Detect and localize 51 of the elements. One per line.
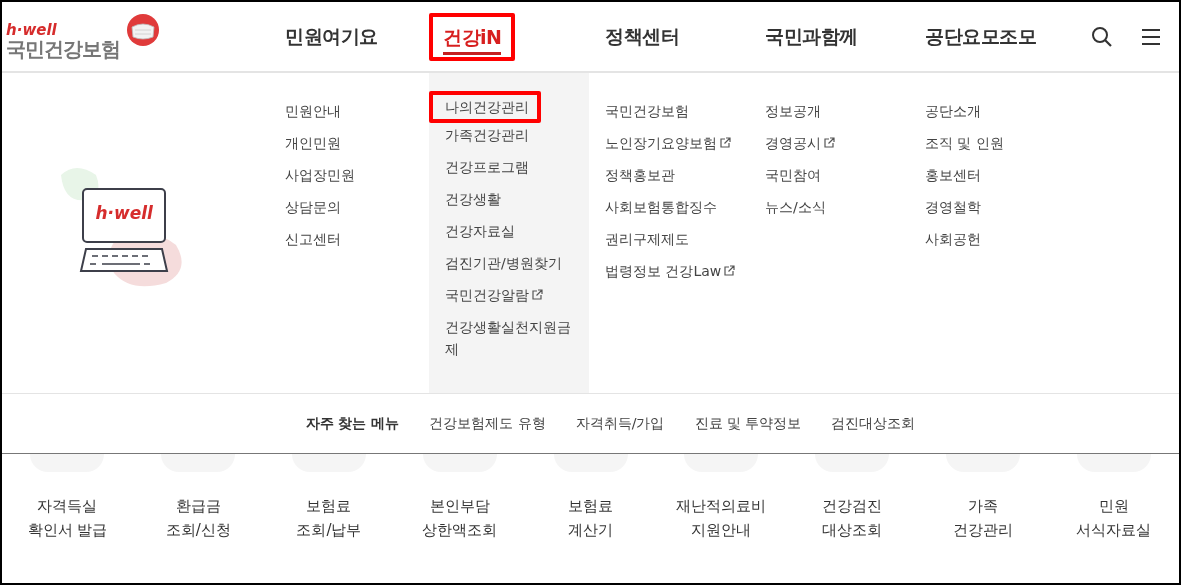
menu-link[interactable]: 건강생활 bbox=[445, 183, 501, 215]
nav-tab[interactable]: 국민과함께 bbox=[749, 23, 858, 50]
menu-link[interactable]: 나의건강관리 bbox=[429, 91, 541, 123]
menu-link[interactable]: 개인민원 bbox=[285, 127, 341, 159]
menu-link[interactable]: 홍보센터 bbox=[925, 159, 981, 191]
quick-link[interactable]: 보험료 계산기 bbox=[568, 494, 613, 542]
menu-link[interactable]: 국민건강보험 bbox=[605, 95, 689, 127]
menu-link[interactable]: 노인장기요양보험 bbox=[605, 127, 731, 159]
menu-link[interactable]: 조직 및 인원 bbox=[925, 127, 1004, 159]
quick-link[interactable]: 건강검진 대상조회 bbox=[822, 494, 883, 542]
menu-link[interactable]: 경영철학 bbox=[925, 191, 981, 223]
logo[interactable]: h·well 국민건강보험 bbox=[6, 12, 160, 61]
menu-link[interactable]: 신고센터 bbox=[285, 223, 341, 255]
menu-link[interactable]: 사회공헌 bbox=[925, 223, 981, 255]
nav-tab[interactable]: 건강iN bbox=[443, 25, 502, 55]
menu-link[interactable]: 건강생활실천지원금제 bbox=[445, 311, 581, 365]
menu-link[interactable]: 공단소개 bbox=[925, 95, 981, 127]
menu-link[interactable]: 상담문의 bbox=[285, 191, 341, 223]
quick-link[interactable]: 본인부담 상한액조회 bbox=[422, 494, 498, 542]
nav-tab[interactable]: 민원여기요 bbox=[269, 23, 378, 50]
menu-link[interactable]: 정책홍보관 bbox=[605, 159, 675, 191]
quick-link[interactable]: 보험료 조회/납부 bbox=[296, 494, 362, 542]
menu-link[interactable]: 건강보험제도 유형 bbox=[429, 414, 546, 433]
menu-link[interactable]: 뉴스/소식 bbox=[765, 191, 826, 223]
nav-tab[interactable]: 공단요모조모 bbox=[909, 23, 1036, 50]
menu-link[interactable]: 정보공개 bbox=[765, 95, 821, 127]
menu-link[interactable]: 검진기관/병원찾기 bbox=[445, 247, 562, 279]
menu-link[interactable]: 국민건강알람 bbox=[445, 279, 543, 311]
menu-icon[interactable] bbox=[1141, 27, 1161, 46]
menu-link[interactable]: 건강자료실 bbox=[445, 215, 515, 247]
menu-link[interactable]: 법령정보 건강Law bbox=[605, 255, 736, 287]
quick-link[interactable]: 자격득실 확인서 발급 bbox=[27, 494, 108, 542]
menu-link[interactable]: 사업장민원 bbox=[285, 159, 355, 191]
quick-link[interactable]: 재난적의료비 지원안내 bbox=[676, 494, 767, 542]
quick-link[interactable]: 가족 건강관리 bbox=[952, 494, 1013, 542]
menu-link[interactable]: 건강프로그램 bbox=[445, 151, 529, 183]
menu-link[interactable]: 검진대상조회 bbox=[831, 414, 916, 433]
menu-link[interactable]: 자격취득/가입 bbox=[575, 414, 665, 433]
search-icon[interactable] bbox=[1091, 25, 1113, 48]
menu-link[interactable]: 국민참여 bbox=[765, 159, 821, 191]
quick-link[interactable]: 환급금 조회/신청 bbox=[165, 494, 231, 542]
section-title: 자주 찾는 메뉴 bbox=[305, 414, 400, 433]
menu-link[interactable]: 민원안내 bbox=[285, 95, 341, 127]
screen-logo-text: h·well bbox=[95, 203, 153, 223]
nav-tab[interactable]: 정책센터 bbox=[589, 23, 679, 50]
quick-link[interactable]: 민원 서식자료실 bbox=[1076, 494, 1152, 542]
menu-link[interactable]: 경영공시 bbox=[765, 127, 835, 159]
menu-link[interactable]: 사회보험통합징수 bbox=[605, 191, 717, 223]
menu-link[interactable]: 진료 및 투약정보 bbox=[694, 414, 802, 433]
mask-icon bbox=[126, 12, 160, 47]
menu-link[interactable]: 권리구제제도 bbox=[605, 223, 689, 255]
